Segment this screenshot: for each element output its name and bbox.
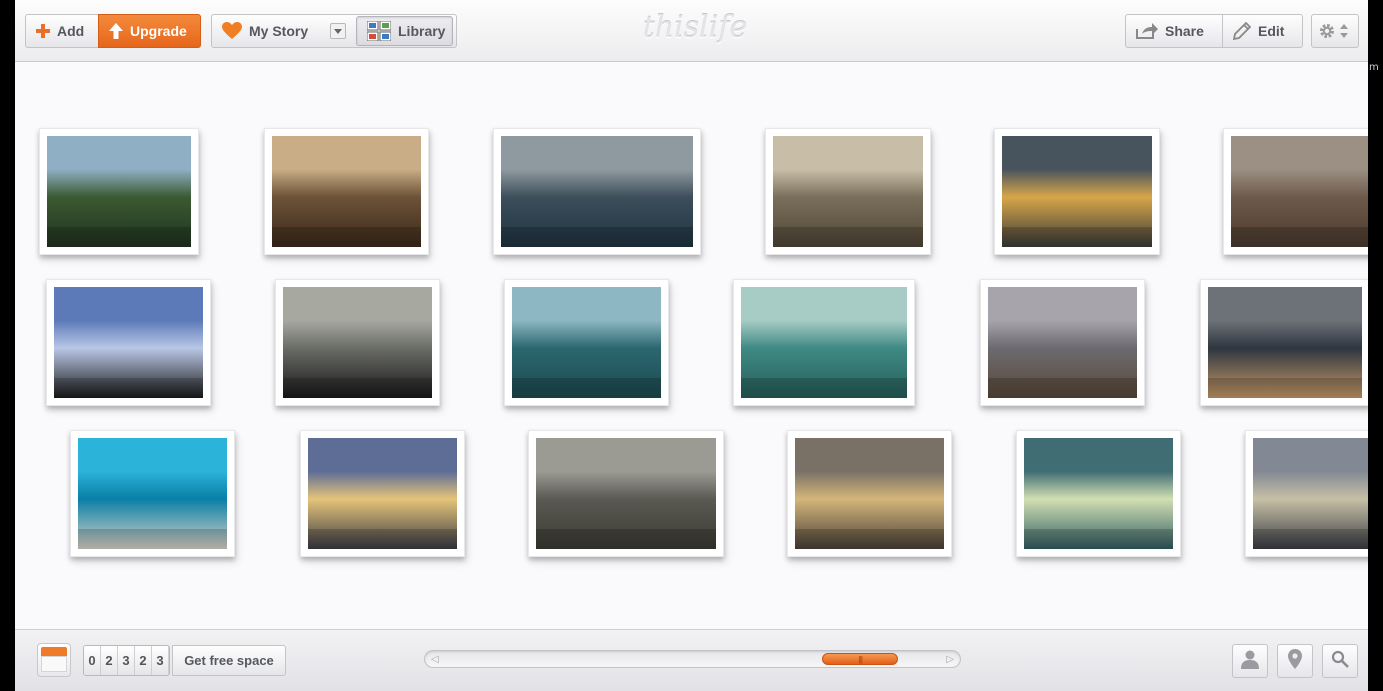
photo-thumbnail[interactable] <box>787 430 952 557</box>
photo-image <box>988 287 1137 398</box>
gear-icon <box>1318 22 1336 40</box>
photo-thumbnail[interactable] <box>994 128 1160 255</box>
photo-image <box>272 136 421 247</box>
arrow-up-icon <box>109 23 123 39</box>
plus-icon <box>36 24 50 38</box>
scroll-left-arrow-icon[interactable]: ◁ <box>431 654 439 665</box>
photo-image <box>501 136 693 247</box>
photo-image <box>54 287 203 398</box>
scroll-thumb[interactable]: ||| <box>822 653 899 665</box>
edit-button[interactable]: Edit <box>1222 14 1303 48</box>
share-icon <box>1136 23 1158 39</box>
photo-image <box>795 438 944 549</box>
photo-image <box>78 438 227 549</box>
photo-image <box>536 438 716 549</box>
library-button[interactable]: Library <box>356 16 453 46</box>
photo-thumbnail[interactable] <box>1223 128 1368 255</box>
library-label: Library <box>398 23 446 39</box>
top-toolbar: Add Upgrade My Story Library thislife Sh… <box>15 0 1368 62</box>
get-free-space-button[interactable]: Get free space <box>172 645 286 676</box>
upgrade-button[interactable]: Upgrade <box>98 14 201 48</box>
updown-arrows-icon <box>1340 24 1348 38</box>
heart-icon <box>222 22 242 40</box>
photo-thumbnail[interactable] <box>39 128 199 255</box>
photo-thumbnail[interactable] <box>264 128 429 255</box>
grid-icon <box>367 21 391 41</box>
edit-label: Edit <box>1258 23 1285 39</box>
photo-thumbnail[interactable] <box>1200 279 1368 406</box>
counter-digit: 2 <box>101 646 118 675</box>
photo-image <box>47 136 191 247</box>
photo-thumbnail[interactable] <box>275 279 440 406</box>
photo-thumbnail[interactable] <box>1016 430 1181 557</box>
chevron-down-icon <box>334 22 342 40</box>
calendar-button[interactable] <box>37 643 71 677</box>
people-button[interactable] <box>1232 644 1268 678</box>
photo-image <box>512 287 661 398</box>
scroll-right-arrow-icon[interactable]: ▷ <box>946 654 954 665</box>
counter-digit: 0 <box>84 646 101 675</box>
photo-image <box>741 287 907 398</box>
timeline-scrollbar[interactable]: ◁ ||| ▷ <box>424 650 961 668</box>
photo-thumbnail[interactable] <box>493 128 701 255</box>
search-icon <box>1331 650 1349 673</box>
photo-thumbnail[interactable] <box>733 279 915 406</box>
photo-thumbnail[interactable] <box>980 279 1145 406</box>
mystory-dropdown-toggle[interactable] <box>330 23 346 39</box>
story-library-switcher: My Story Library <box>211 14 457 48</box>
photo-thumbnail[interactable] <box>70 430 235 557</box>
photo-image <box>1253 438 1368 549</box>
person-icon <box>1240 649 1260 674</box>
photo-image <box>1208 287 1362 398</box>
location-pin-icon <box>1288 648 1302 674</box>
add-label: Add <box>57 23 85 39</box>
edge-glyph: m <box>1369 62 1379 73</box>
search-button[interactable] <box>1322 644 1358 678</box>
photo-thumbnail[interactable] <box>300 430 465 557</box>
right-window-edge: m <box>1368 0 1383 691</box>
thislife-app: Add Upgrade My Story Library thislife Sh… <box>15 0 1368 691</box>
counter-digit: 3 <box>152 646 169 675</box>
mystory-label: My Story <box>249 23 309 39</box>
photo-image <box>1231 136 1368 247</box>
counter-digit: 2 <box>135 646 152 675</box>
photo-counter: 0 2 3 2 3 <box>83 645 170 676</box>
photo-image <box>773 136 923 247</box>
counter-digit: 3 <box>118 646 135 675</box>
thislife-logo: thislife <box>642 10 748 45</box>
photo-thumbnail[interactable] <box>765 128 931 255</box>
grip-icon: ||| <box>858 654 863 664</box>
settings-button[interactable] <box>1311 14 1359 48</box>
upgrade-label: Upgrade <box>130 23 187 39</box>
photo-image <box>308 438 457 549</box>
pencil-icon <box>1233 22 1251 40</box>
photo-thumbnail[interactable] <box>1245 430 1368 557</box>
share-label: Share <box>1165 23 1204 39</box>
left-window-edge <box>0 0 15 691</box>
photo-thumbnail[interactable] <box>528 430 724 557</box>
photo-thumbnail[interactable] <box>504 279 669 406</box>
photo-thumbnail[interactable] <box>46 279 211 406</box>
photo-image <box>283 287 432 398</box>
bottom-bar: 0 2 3 2 3 Get free space ◁ ||| ▷ <box>15 629 1368 691</box>
places-button[interactable] <box>1277 644 1313 678</box>
photo-image <box>1002 136 1152 247</box>
photo-gallery <box>15 62 1368 629</box>
photo-image <box>1024 438 1173 549</box>
share-button[interactable]: Share <box>1125 14 1223 48</box>
